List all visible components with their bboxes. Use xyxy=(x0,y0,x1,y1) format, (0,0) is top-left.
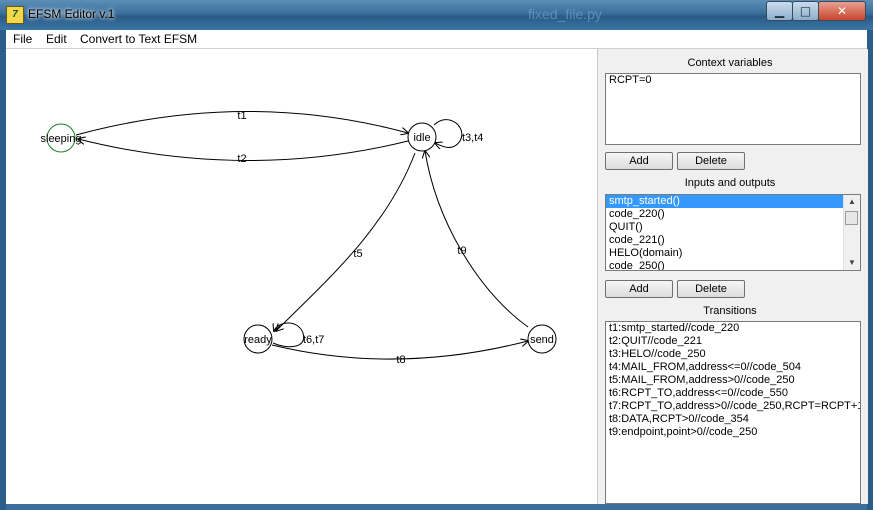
inputs-outputs-list[interactable]: smtp_started() code_220() QUIT() code_22… xyxy=(605,194,861,271)
edge-t3t4[interactable] xyxy=(434,119,463,148)
edge-label-t8: t8 xyxy=(396,354,405,366)
list-item[interactable]: t1:smtp_started//code_220 xyxy=(606,322,860,335)
list-item[interactable]: t2:QUIT//code_221 xyxy=(606,335,860,348)
scroll-down-icon[interactable]: ▼ xyxy=(844,256,860,270)
context-variables-list[interactable]: RCPT=0 xyxy=(605,73,861,145)
state-label-sleeping: sleeping xyxy=(41,133,82,145)
list-item[interactable]: t6:RCPT_TO,address<=0//code_550 xyxy=(606,387,860,400)
edge-label-t1: t1 xyxy=(237,110,246,122)
scroll-thumb[interactable] xyxy=(845,211,858,225)
list-item[interactable]: QUIT() xyxy=(606,221,860,234)
list-item[interactable]: RCPT=0 xyxy=(606,74,860,87)
list-item[interactable]: code_221() xyxy=(606,234,860,247)
title-bar: fixed_file.py 7 EFSM Editor v.1 ▁ □ ✕ xyxy=(0,0,873,30)
context-variables-label: Context variables xyxy=(687,57,773,69)
context-add-button[interactable]: Add xyxy=(605,152,673,170)
list-item[interactable]: code_220() xyxy=(606,208,860,221)
scroll-up-icon[interactable]: ▲ xyxy=(844,195,860,209)
maximize-button[interactable]: □ xyxy=(792,1,819,21)
edge-label-t9: t9 xyxy=(457,245,466,257)
state-label-idle: idle xyxy=(413,132,430,144)
menu-bar: File Edit Convert to Text EFSM xyxy=(6,30,867,49)
right-panel: Context variables RCPT=0 Add Delete Inpu… xyxy=(597,49,868,504)
minimize-button[interactable]: ▁ xyxy=(766,1,793,21)
graph-canvas[interactable]: sleeping idle ready send t1 t2 t3,t4 t5 … xyxy=(6,49,597,504)
transitions-list[interactable]: t1:smtp_started//code_220 t2:QUIT//code_… xyxy=(605,321,861,504)
edge-label-t2: t2 xyxy=(237,153,246,165)
edge-t6t7[interactable] xyxy=(273,322,305,348)
list-item[interactable]: t5:MAIL_FROM,address>0//code_250 xyxy=(606,374,860,387)
list-item[interactable]: t4:MAIL_FROM,address<=0//code_504 xyxy=(606,361,860,374)
inputs-outputs-label: Inputs and outputs xyxy=(684,177,776,189)
state-label-ready: ready xyxy=(244,334,272,346)
list-item[interactable]: code_250() xyxy=(606,260,860,270)
list-item[interactable]: t9:endpoint,point>0//code_250 xyxy=(606,426,860,439)
window-title: EFSM Editor v.1 xyxy=(28,7,115,21)
edge-label-t6t7: t6,t7 xyxy=(303,334,324,346)
window-bottom-border xyxy=(6,504,867,510)
efsm-graph: sleeping idle ready send t1 t2 t3,t4 t5 … xyxy=(41,110,557,366)
menu-convert-to-text-efsm[interactable]: Convert to Text EFSM xyxy=(80,32,197,46)
transitions-label: Transitions xyxy=(703,305,757,317)
list-item[interactable]: t8:DATA,RCPT>0//code_354 xyxy=(606,413,860,426)
context-delete-button[interactable]: Delete xyxy=(677,152,745,170)
menu-file[interactable]: File xyxy=(13,32,32,46)
menu-edit[interactable]: Edit xyxy=(46,32,67,46)
edge-label-t3t4: t3,t4 xyxy=(462,132,483,144)
io-delete-button[interactable]: Delete xyxy=(677,280,745,298)
app-icon: 7 xyxy=(6,6,24,24)
background-window-title: fixed_file.py xyxy=(528,6,602,22)
edge-label-t5: t5 xyxy=(353,248,362,260)
list-item[interactable]: t7:RCPT_TO,address>0//code_250,RCPT=RCPT… xyxy=(606,400,860,413)
io-add-button[interactable]: Add xyxy=(605,280,673,298)
edge-t9[interactable] xyxy=(425,151,529,328)
list-item-selected[interactable]: smtp_started() xyxy=(606,195,843,208)
edge-t5[interactable] xyxy=(276,152,416,331)
io-scrollbar[interactable]: ▲ ▼ xyxy=(843,195,860,270)
state-label-send: send xyxy=(530,334,554,346)
list-item[interactable]: HELO(domain) xyxy=(606,247,860,260)
close-button[interactable]: ✕ xyxy=(818,1,866,21)
list-item[interactable]: t3:HELO//code_250 xyxy=(606,348,860,361)
